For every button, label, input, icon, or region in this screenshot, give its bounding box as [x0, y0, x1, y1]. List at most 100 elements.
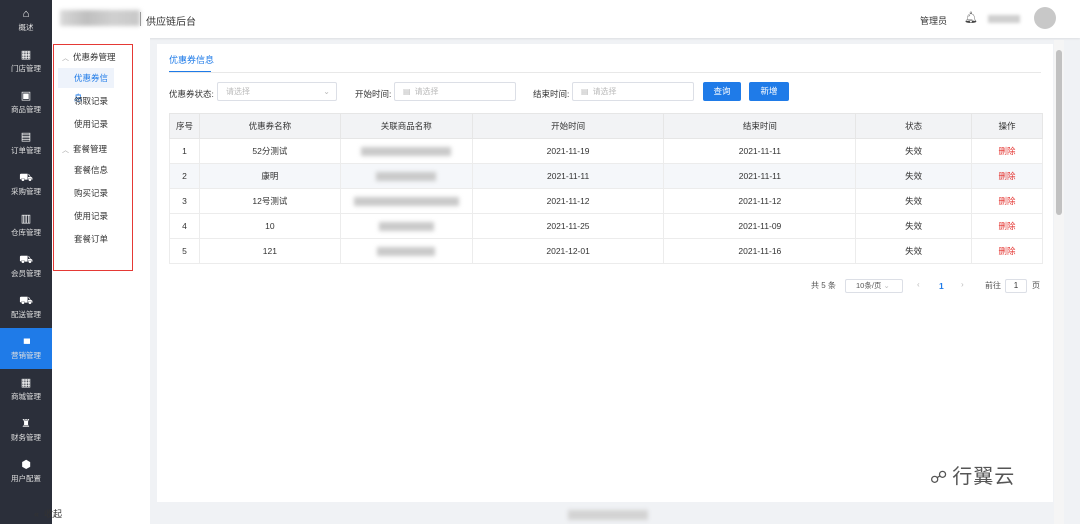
status-placeholder: 请选择: [226, 87, 250, 96]
nav-orders[interactable]: ▤ 订单管理: [0, 123, 52, 164]
blurred-text: [376, 172, 437, 182]
start-placeholder: 请选择: [414, 87, 439, 96]
delete-link[interactable]: 删除: [999, 196, 1016, 206]
col-no: 序号: [169, 113, 200, 139]
app-title: 供应链后台: [146, 17, 196, 28]
end-time-picker[interactable]: ▤ 请选择: [572, 82, 694, 101]
prev-page-button[interactable]: ‹: [917, 280, 920, 289]
nav-mall[interactable]: ▦ 商城管理: [0, 369, 52, 410]
cell-no: 1: [169, 138, 200, 164]
next-page-button[interactable]: ›: [961, 280, 964, 289]
cell-status: 失效: [855, 238, 973, 264]
start-time-picker[interactable]: ▤ 请选择: [394, 82, 516, 101]
avatar[interactable]: [1034, 7, 1056, 29]
delete-link[interactable]: 删除: [999, 221, 1016, 231]
nav-finance[interactable]: ♜ 财务管理: [0, 410, 52, 451]
nav-members[interactable]: ⛟ 会员管理: [0, 246, 52, 287]
collapse-label: 收起: [44, 509, 63, 519]
nav-user-config[interactable]: ⬢ 用户配置: [0, 451, 52, 492]
delete-link[interactable]: 删除: [999, 246, 1016, 256]
cell-start: 2021-11-11: [471, 163, 665, 189]
nav-label: 会员管理: [11, 269, 41, 278]
cell-start: 2021-11-19: [471, 138, 665, 164]
bell-icon[interactable]: 🔔︎: [964, 11, 978, 24]
brand-logo-blurred: [60, 10, 140, 26]
main-nav-rail: ⌂ 概述 ▦ 门店管理 ▣ 商品管理 ▤ 订单管理 ⛟ 采购管理 ▥ 仓库管理 ⛟ 会员管理 …: [0, 0, 52, 524]
start-time-label: 开始时间:: [355, 89, 392, 99]
table-row: 1 52分测试 2021-11-19 2021-11-11 失效 删除: [169, 138, 1043, 164]
bar-chart-icon: ▮▮▮: [23, 338, 30, 345]
nav-marketing[interactable]: ▮▮▮ 营销管理: [0, 328, 52, 369]
table-row: 5 121 2021-12-01 2021-11-16 失效 删除: [169, 238, 1043, 264]
page-size-select[interactable]: 10条/页 ⌄: [845, 279, 903, 293]
home-icon: ⌂: [22, 8, 30, 20]
cell-name: 10: [198, 213, 341, 239]
nav-delivery[interactable]: ⛟ 配送管理: [0, 287, 52, 328]
current-page[interactable]: 1: [939, 281, 944, 291]
coupon-table: 序号 优惠券名称 关联商品名称 开始时间 结束时间 状态 操作 1 52分测试 …: [169, 113, 1043, 264]
cell-product-blurred: [339, 138, 473, 164]
nav-overview[interactable]: ⌂ 概述: [0, 0, 52, 41]
goto-label: 前往: [985, 281, 1001, 290]
nav-label: 商城管理: [11, 392, 41, 401]
cell-status: 失效: [855, 188, 973, 214]
cell-start: 2021-12-01: [471, 238, 665, 264]
nav-purchase[interactable]: ⛟ 采购管理: [0, 164, 52, 205]
delete-link[interactable]: 删除: [999, 146, 1016, 156]
cell-name: 12号测试: [198, 188, 341, 214]
watermark-text: 行翼云: [952, 466, 1016, 488]
table-row: 4 10 2021-11-25 2021-11-09 失效 删除: [169, 213, 1043, 239]
admin-label[interactable]: 管理员: [920, 14, 947, 27]
shield-icon: ⬢: [21, 459, 31, 471]
cell-status: 失效: [855, 138, 973, 164]
nav-warehouse[interactable]: ▥ 仓库管理: [0, 205, 52, 246]
cell-no: 4: [169, 213, 200, 239]
cell-product-blurred: [339, 238, 473, 264]
nav-label: 营销管理: [11, 351, 41, 360]
scrollbar-thumb[interactable]: [1056, 50, 1062, 215]
table-header-row: 序号 优惠券名称 关联商品名称 开始时间 结束时间 状态 操作: [169, 113, 1043, 139]
status-select[interactable]: 请选择 ⌄: [217, 82, 337, 101]
col-start-time: 开始时间: [471, 113, 665, 139]
collapse-button[interactable]: « 收起: [34, 507, 62, 520]
cell-action: 删除: [971, 138, 1043, 164]
double-chevron-left-icon: «: [34, 509, 40, 519]
col-end-time: 结束时间: [663, 113, 857, 139]
cell-end: 2021-11-16: [663, 238, 857, 264]
tab-coupon-info[interactable]: 优惠券信息: [169, 53, 214, 66]
chevron-down-icon: ⌄: [883, 281, 890, 290]
calendar-icon: ▤: [403, 87, 411, 96]
member-cart-icon: ⛟: [19, 254, 33, 266]
nav-goods[interactable]: ▣ 商品管理: [0, 82, 52, 123]
blurred-text: [377, 247, 436, 257]
status-filter-label: 优惠券状态:: [169, 89, 214, 99]
brand-divider: [140, 12, 141, 26]
goto-page-input[interactable]: 1: [1005, 279, 1027, 293]
nav-store[interactable]: ▦ 门店管理: [0, 41, 52, 82]
cell-end: 2021-11-12: [663, 188, 857, 214]
nav-label: 配送管理: [11, 310, 41, 319]
cell-product-blurred: [339, 188, 473, 214]
highlight-outline: [53, 44, 133, 271]
order-icon: ▤: [20, 131, 32, 143]
nav-label: 订单管理: [11, 146, 41, 155]
delete-link[interactable]: 删除: [999, 171, 1016, 181]
end-time-label: 结束时间:: [533, 89, 570, 99]
cell-start: 2021-11-12: [471, 188, 665, 214]
footer-blurred: [568, 510, 648, 520]
table-row: 2 康明 2021-11-11 2021-11-11 失效 删除: [169, 163, 1043, 189]
watermark: ☍ 行翼云: [930, 460, 1015, 489]
tab-divider: [169, 72, 1041, 73]
mall-icon: ▦: [20, 377, 32, 389]
query-button[interactable]: 查询: [703, 82, 741, 101]
col-actions: 操作: [971, 113, 1043, 139]
add-button[interactable]: 新增: [749, 82, 789, 101]
nav-label: 商品管理: [11, 105, 41, 114]
cell-action: 删除: [971, 238, 1043, 264]
cart-icon: ⛟: [19, 172, 33, 184]
blurred-text: [353, 197, 459, 207]
nav-label: 采购管理: [11, 187, 41, 196]
cell-product-blurred: [339, 163, 473, 189]
cell-end: 2021-11-11: [663, 163, 857, 189]
nav-label: 概述: [18, 23, 34, 32]
